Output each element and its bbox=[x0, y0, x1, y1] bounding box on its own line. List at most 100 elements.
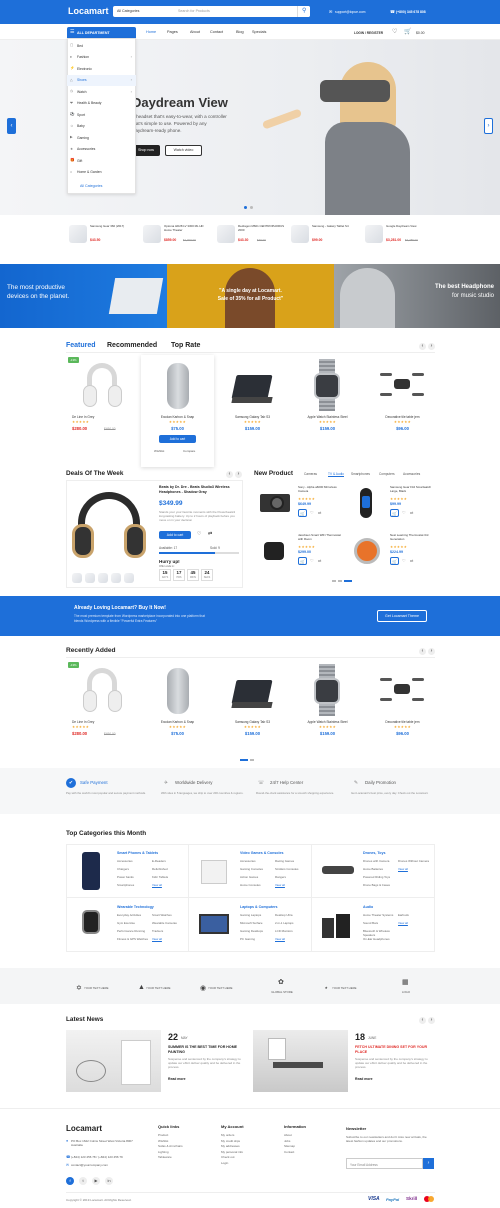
top-category-link[interactable]: Accessories bbox=[117, 859, 151, 863]
top-category-link[interactable]: Home Theater Systems bbox=[363, 913, 397, 917]
mini-product[interactable]: Redragon M601 CENTROPHORUS 2000 $43.30 $49… bbox=[215, 222, 287, 250]
top-category-title[interactable]: Smart Phones & Tablets bbox=[117, 851, 158, 855]
cart-total[interactable]: $0.00 bbox=[416, 31, 425, 35]
news-next-button[interactable]: › bbox=[428, 1017, 435, 1024]
new-product-item[interactable]: Jacobsen Smart WiFi Thermostat with Room… bbox=[254, 530, 344, 576]
new-product-item[interactable]: Nest Learning Thermostat 3rd Generation ★… bbox=[346, 530, 436, 576]
top-category-title[interactable]: Audio bbox=[363, 905, 373, 909]
news-image-1[interactable] bbox=[66, 1030, 161, 1092]
login-link[interactable]: LOGIN / REGISTER bbox=[354, 31, 383, 35]
top-category-link[interactable]: Wearable Cameras bbox=[152, 921, 186, 925]
category-item[interactable]: ☺ Baby bbox=[67, 121, 136, 133]
product-card[interactable]: Samsung Galaxy Tab S3 ★★★★★ $159.00 bbox=[216, 355, 289, 443]
top-category-link[interactable]: View all bbox=[152, 937, 186, 941]
top-category-link[interactable]: Earbuds bbox=[398, 913, 432, 917]
nav-item-home[interactable]: Home bbox=[146, 30, 156, 34]
nav-item-about[interactable]: About bbox=[190, 30, 200, 34]
hero-dot-2[interactable] bbox=[250, 206, 253, 209]
top-category-link[interactable]: Racing Games bbox=[275, 859, 309, 863]
mini-product[interactable]: Samsung - Galaxy Tablet S4 $99.00 bbox=[289, 222, 361, 250]
news-prev-button[interactable]: ‹ bbox=[419, 1017, 426, 1024]
newsletter-submit-button[interactable]: › bbox=[423, 1158, 434, 1169]
featured-prev-button[interactable]: ‹ bbox=[419, 343, 426, 350]
deals-compare-icon[interactable]: ⇄ bbox=[208, 531, 212, 537]
social-twitter-icon[interactable]: t bbox=[79, 1177, 87, 1185]
top-category-title[interactable]: Laptops & Computers bbox=[240, 905, 278, 909]
top-category-link[interactable]: Gaming Desktops bbox=[240, 929, 274, 933]
nav-item-specials[interactable]: Specials bbox=[252, 30, 266, 34]
new-product-tab[interactable]: Accessories bbox=[403, 472, 420, 476]
news-more-2[interactable]: Read more bbox=[355, 1077, 373, 1081]
category-item[interactable]: ◷ Watch › bbox=[67, 86, 136, 98]
product-card[interactable]: Samsung Galaxy Tab S3 ★★★★★ $159.00 bbox=[216, 660, 289, 748]
header-phone[interactable]: (+800) 345 678 808 bbox=[396, 10, 426, 14]
top-category-link[interactable]: View all bbox=[152, 883, 186, 887]
footer-link[interactable]: Contact bbox=[284, 1150, 344, 1156]
footer-link[interactable]: Tableware bbox=[158, 1155, 218, 1161]
top-category-link[interactable]: Drones with Camera bbox=[363, 859, 397, 863]
top-category-link[interactable]: E-Readers bbox=[152, 859, 186, 863]
deals-next-button[interactable]: › bbox=[235, 471, 242, 478]
product-card[interactable]: Decorative tile table jern ★★★★★ $96.00 bbox=[366, 355, 439, 443]
heart-icon[interactable]: ♡ bbox=[392, 28, 397, 35]
top-category-link[interactable]: Refurbished bbox=[152, 867, 186, 871]
top-category-link[interactable]: Bluetooth & Wireless Speakers bbox=[363, 929, 397, 937]
top-category-title[interactable]: Video Games & Consoles bbox=[240, 851, 283, 855]
new-product-wishlist-icon[interactable]: ♡ bbox=[310, 510, 314, 515]
compare-link[interactable]: Compare bbox=[183, 449, 195, 453]
top-category-link[interactable]: Gaming Consoles bbox=[240, 867, 274, 871]
search-input[interactable]: Search for Products bbox=[178, 9, 210, 13]
deals-product-name[interactable]: Beats by Dr. Dre - Beats Studio3 Wireles… bbox=[159, 485, 239, 494]
top-category-link[interactable]: Desktop Ultra bbox=[275, 913, 309, 917]
category-item[interactable]: ❤ Health & Beauty bbox=[67, 98, 136, 110]
new-product-tab[interactable]: Computers bbox=[379, 472, 395, 476]
top-category-link[interactable]: On-Ear Headphones bbox=[363, 937, 397, 941]
footer-logo[interactable]: Locamart bbox=[66, 1124, 102, 1133]
logo[interactable]: Locamart bbox=[68, 6, 109, 16]
tab-recommended[interactable]: Recommended bbox=[107, 342, 157, 349]
new-product-cart-button[interactable]: 🛒 bbox=[298, 509, 307, 517]
top-category-link[interactable]: Rangers bbox=[275, 875, 309, 879]
category-item[interactable]: 🎁 Gift bbox=[67, 155, 136, 167]
category-item[interactable]: ▢ Bed bbox=[67, 40, 136, 52]
news-image-2[interactable] bbox=[253, 1030, 348, 1092]
news-post-title-2[interactable]: FETCH ULTIMATE DINING SET FOR YOUR PLACE bbox=[355, 1045, 435, 1054]
new-product-cart-button[interactable]: 🛒 bbox=[390, 509, 399, 517]
brand-logo[interactable]: ⋆ YOUR TEXT HERE bbox=[314, 976, 374, 998]
mini-product[interactable]: Samsung Gear 360 (2017) $43.50 bbox=[67, 222, 139, 250]
top-category-link[interactable]: Performance Running bbox=[117, 929, 151, 933]
hero-video-button[interactable]: Watch video bbox=[165, 145, 202, 156]
brand-logo[interactable]: ✡ YOUR TEXT HERE bbox=[66, 976, 126, 998]
top-category-link[interactable]: View all bbox=[275, 937, 309, 941]
top-category-link[interactable]: Power banks bbox=[117, 875, 151, 879]
nav-item-blog[interactable]: Blog bbox=[236, 30, 244, 34]
new-product-compare-icon[interactable]: ⇄ bbox=[318, 558, 321, 563]
banner-2[interactable]: "A single day at Locamart. Sale of 35% f… bbox=[167, 264, 334, 328]
top-category-link[interactable]: PC Gaming bbox=[240, 937, 274, 941]
product-card[interactable]: Exodan Karbon & Snap ★★★★★ $75.00 bbox=[141, 660, 214, 748]
product-card[interactable]: -13% De Line In Grey ★★★★★ $280.00 $490.00 bbox=[66, 355, 139, 443]
top-category-link[interactable]: Drone Bags & Cases bbox=[363, 883, 397, 887]
new-product-compare-icon[interactable]: ⇄ bbox=[410, 510, 413, 515]
top-category-link[interactable]: Fitness & GPS Watches bbox=[117, 937, 151, 941]
category-item[interactable]: ▶ Gaming bbox=[67, 132, 136, 144]
hero-prev-button[interactable]: ‹ bbox=[7, 118, 16, 134]
search-button[interactable]: ⚲ bbox=[297, 6, 310, 17]
top-category-link[interactable]: Kids' Tablets bbox=[152, 875, 186, 879]
deals-prev-button[interactable]: ‹ bbox=[226, 471, 233, 478]
category-item[interactable]: ⚽ Sport bbox=[67, 109, 136, 121]
top-category-link[interactable]: Home Consoles bbox=[240, 883, 274, 887]
deals-add-to-cart-button[interactable]: Add to cart bbox=[159, 531, 191, 539]
social-linkedin-icon[interactable]: in bbox=[105, 1177, 113, 1185]
top-category-link[interactable]: View all bbox=[275, 883, 309, 887]
new-product-item[interactable]: Samsung Gear Fit2 Smartwatch Large, Blac… bbox=[346, 482, 436, 528]
brand-logo[interactable]: ▦ LOGO bbox=[376, 976, 436, 998]
recently-prev-button[interactable]: ‹ bbox=[419, 648, 426, 655]
top-category-link[interactable]: Microsoft Surface bbox=[240, 921, 274, 925]
add-to-cart-button[interactable]: Add to cart bbox=[159, 435, 196, 443]
category-item[interactable]: ⌂ Home & Garden bbox=[67, 167, 136, 179]
product-card[interactable]: Exodan Karbon & Snap ★★★★★ $75.00 Add to ca… bbox=[141, 355, 214, 467]
social-youtube-icon[interactable]: ▶ bbox=[92, 1177, 100, 1185]
deals-wishlist-icon[interactable]: ♡ bbox=[197, 531, 201, 537]
product-card[interactable]: Apple Watch Stainless Steel ★★★★★ $159.00 bbox=[291, 355, 364, 443]
